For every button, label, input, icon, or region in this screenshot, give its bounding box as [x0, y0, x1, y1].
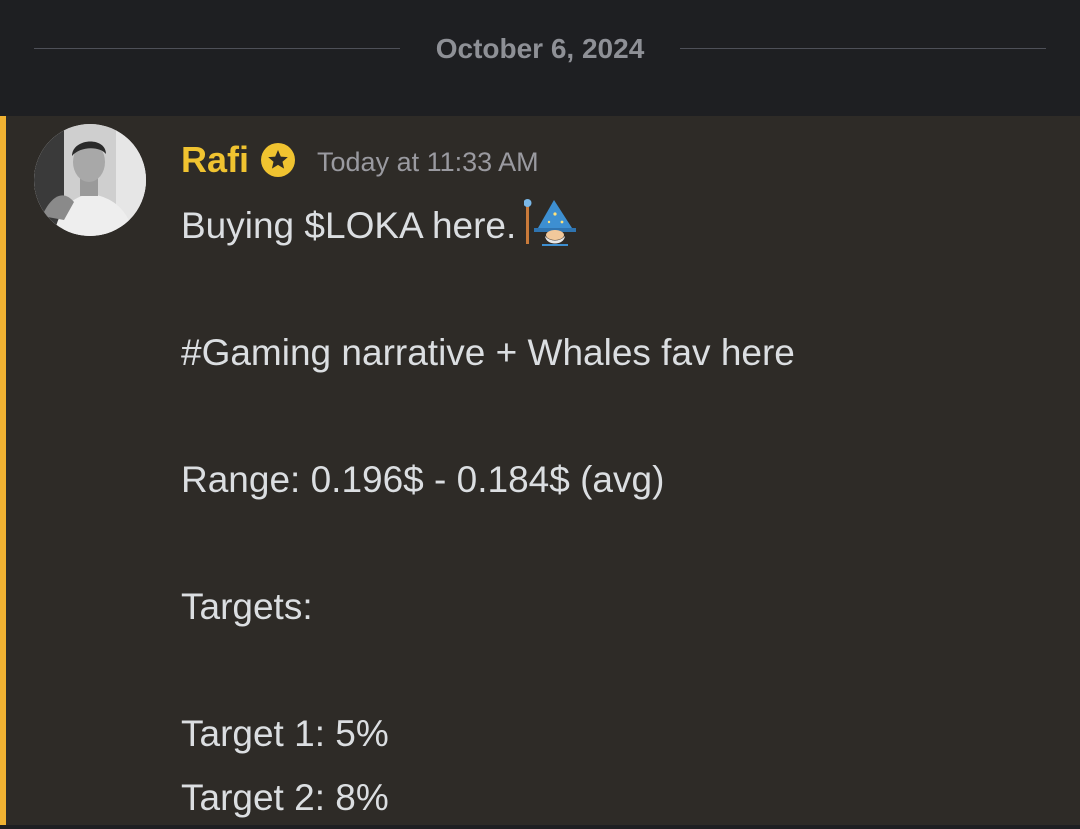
message-line-text: #Gaming narrative + Whales fav here — [181, 332, 795, 373]
message-line-text: Target 1: 5% — [181, 713, 389, 754]
blank-line — [181, 639, 1061, 703]
mention-highlight-bar — [0, 116, 6, 825]
message-line-text: Range: 0.196$ - 0.184$ (avg) — [181, 459, 664, 500]
message-timestamp[interactable]: Today at 11:33 AM — [317, 140, 539, 184]
message-line: Targets: — [181, 575, 1061, 639]
message-line: Target 1: 5% — [181, 702, 1061, 766]
message-line: #Gaming narrative + Whales fav here — [181, 321, 1061, 385]
username[interactable]: Rafi — [181, 138, 249, 182]
message-header: Rafi Today at 11:33 AM — [181, 138, 539, 182]
blank-line — [181, 385, 1061, 449]
message-line-text: Target 2: 8% — [181, 777, 389, 818]
mage-emoji-icon — [524, 198, 578, 246]
avatar-image — [34, 124, 146, 236]
message-content: Buying $LOKA here. #Gaming narrative + W… — [181, 194, 1061, 829]
message-line-text: Buying $LOKA here. — [181, 205, 516, 246]
divider-line-left — [34, 48, 400, 49]
message-line: Target 2: 8% — [181, 766, 1061, 829]
message-line-text: Targets: — [181, 586, 313, 627]
message-line: Buying $LOKA here. — [181, 194, 1061, 258]
divider-line-right — [680, 48, 1046, 49]
blank-line — [181, 258, 1061, 322]
message-line: Range: 0.196$ - 0.184$ (avg) — [181, 448, 1061, 512]
date-divider-label: October 6, 2024 — [400, 32, 680, 66]
blank-line — [181, 512, 1061, 576]
avatar[interactable] — [34, 124, 146, 236]
message-container[interactable]: Rafi Today at 11:33 AM Buying $LOKA here… — [0, 116, 1080, 825]
star-badge-icon[interactable] — [261, 143, 295, 177]
date-divider-bar: October 6, 2024 — [0, 0, 1080, 116]
